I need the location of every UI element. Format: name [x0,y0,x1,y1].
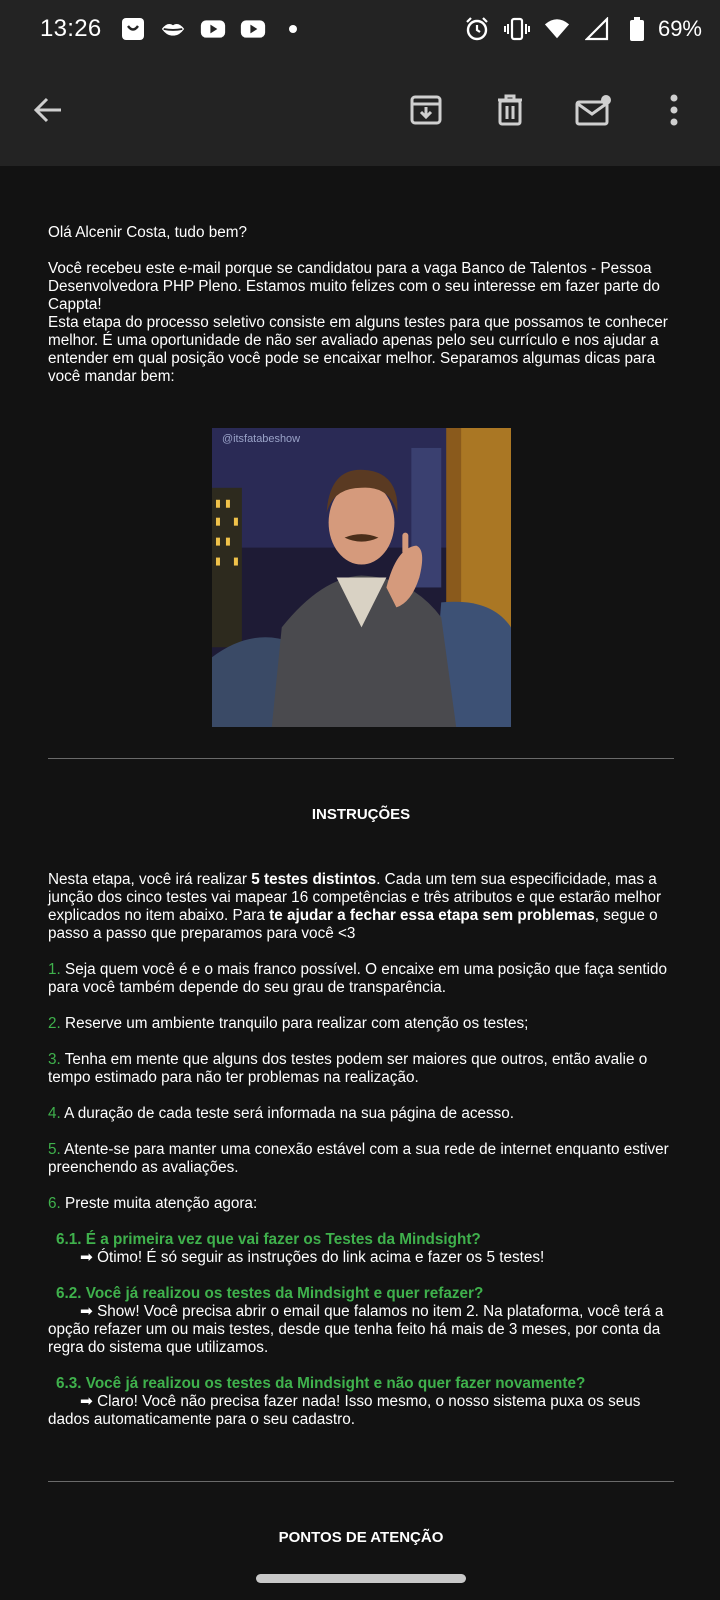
wifi-icon [544,16,570,42]
status-bar: 13:26 69% [0,0,720,58]
lips-icon [160,16,186,42]
instructions-paragraph: Nesta etapa, você irá realizar 5 testes … [48,871,662,942]
system-icons: 69% [464,16,702,42]
archive-icon [410,95,442,125]
youtube-icon [240,16,266,42]
mark-unread-button[interactable] [566,82,622,138]
sub-item-title: 6.3. Você já realizou os testes da Minds… [56,1375,586,1392]
notification-icons [120,16,306,42]
gif-image: @itsfatabeshow [211,428,511,727]
delete-button[interactable] [482,82,538,138]
delete-icon [498,94,522,126]
list-item: 3. Tenha em mente que alguns dos testes … [48,1051,648,1086]
sub-item-text: ➡ Ótimo! É só seguir as instruções do li… [80,1249,545,1266]
alarm-icon [464,16,490,42]
email-toolbar [0,58,720,166]
vibrate-icon [503,16,530,42]
youtube-icon [200,16,226,42]
signal-icon [584,16,610,42]
back-button[interactable] [20,82,76,138]
shopee-bag-icon [120,16,146,42]
clock: 13:26 [40,15,102,42]
sub-item-title: 6.1. É a primeira vez que vai fazer os T… [56,1231,481,1248]
more-vert-icon [670,94,678,126]
sub-item-title: 6.2. Você já realizou os testes da Minds… [56,1285,484,1302]
back-arrow-icon [33,97,61,123]
gif-watermark: @itsfatabeshow [221,433,299,445]
battery-icon [624,16,650,42]
mark-unread-icon [575,95,611,126]
sub-item-text: ➡ Show! Você precisa abrir o email que f… [48,1303,664,1356]
email-body: Olá Alcenir Costa, tudo bem? Você recebe… [48,166,674,1547]
list-item: 5. Atente-se para manter uma conexão est… [48,1141,669,1176]
sub-item-text: ➡ Claro! Você não precisa fazer nada! Is… [48,1393,641,1428]
intro-paragraph: Você recebeu este e-mail porque se candi… [48,260,660,313]
dot-icon [280,16,306,42]
list-item: 1. Seja quem você é e o mais franco poss… [48,961,668,996]
section-heading-instrucoes: INSTRUÇÕES [311,806,411,823]
archive-button[interactable] [398,82,454,138]
more-options-button[interactable] [646,82,702,138]
section-heading-pontos: PONTOS DE ATENÇÃO [278,1529,444,1546]
home-indicator[interactable] [256,1574,466,1583]
greeting: Olá Alcenir Costa, tudo bem? [48,224,247,241]
battery-percent: 69% [657,16,702,41]
list-item: 6. Preste muita atenção agora: [48,1195,258,1212]
list-item: 4. A duração de cada teste será informad… [48,1105,515,1122]
list-item: 2. Reserve um ambiente tranquilo para re… [48,1015,529,1032]
intro-paragraph: Esta etapa do processo seletivo consiste… [48,314,668,385]
